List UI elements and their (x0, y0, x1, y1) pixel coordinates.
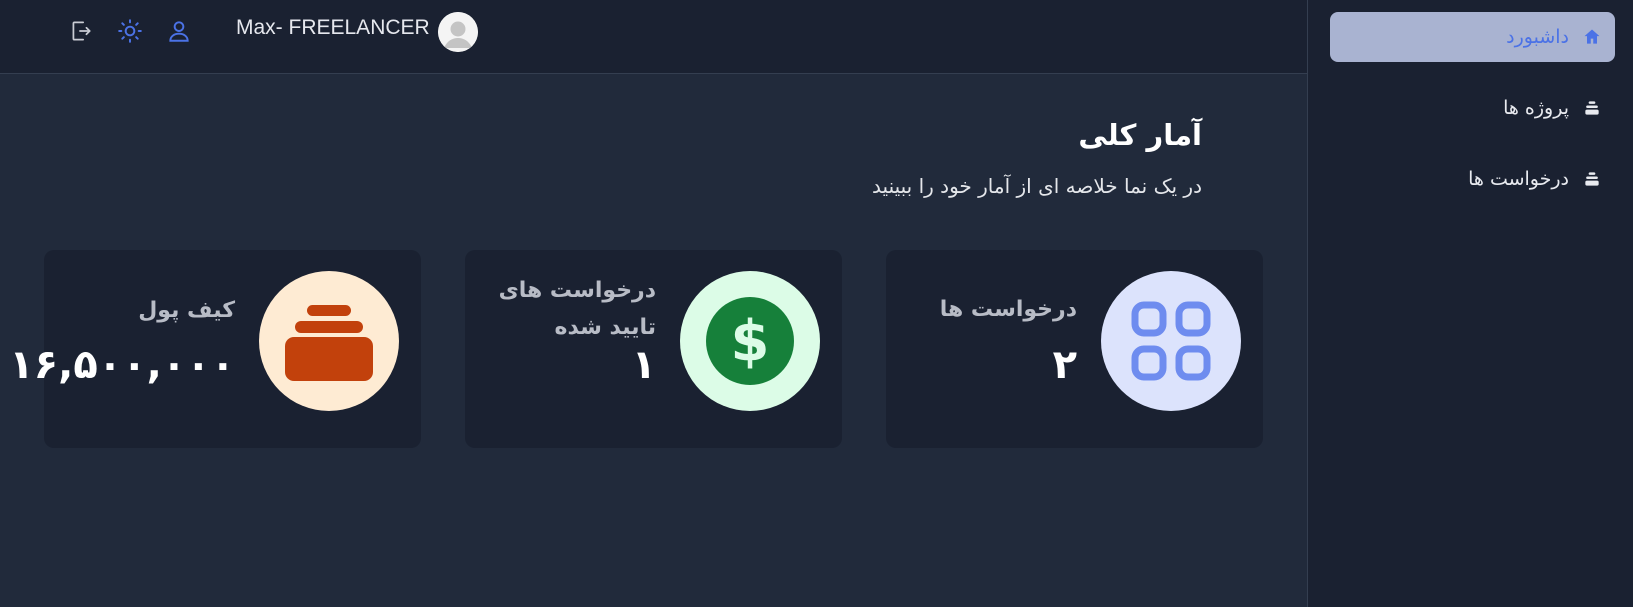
card-value: ۱۶,۵۰۰,۰۰۰ (9, 342, 235, 388)
user-name[interactable]: Max- FREELANCER (236, 16, 430, 40)
card-label: کیف پول (138, 298, 235, 323)
home-icon (1581, 26, 1603, 48)
stack-icon (1581, 168, 1603, 190)
sidebar: داشبورد پروژه ها درخواست ها (1307, 0, 1633, 607)
page-subtitle: در یک نما خلاصه ای از آمار خود را ببینید (872, 174, 1202, 198)
stat-card-requests: درخواست ها ۲ (886, 250, 1263, 448)
sidebar-item-label: پروژه ها (1503, 97, 1569, 119)
card-value: ۱ (631, 342, 656, 388)
dollar-icon: $ (680, 271, 820, 411)
card-label: درخواست ها (939, 297, 1077, 322)
top-header: Max- FREELANCER (0, 0, 1307, 74)
stat-card-wallet: کیف پول ۱۶,۵۰۰,۰۰۰ (9, 250, 421, 448)
card-label: درخواست های تایید شده (498, 278, 656, 340)
stack-icon (1581, 97, 1603, 119)
sidebar-item-label: داشبورد (1506, 26, 1569, 48)
wallet-icon (259, 271, 399, 411)
sun-icon[interactable] (117, 18, 143, 44)
avatar[interactable] (438, 12, 478, 52)
page-title: آمار کلی (1078, 118, 1202, 152)
grid-icon (1101, 271, 1241, 411)
sidebar-item-dashboard[interactable]: داشبورد (1330, 12, 1615, 62)
user-icon[interactable] (166, 18, 192, 44)
logout-icon[interactable] (68, 18, 94, 44)
sidebar-item-projects[interactable]: پروژه ها (1330, 83, 1615, 133)
sidebar-item-label: درخواست ها (1468, 168, 1569, 190)
card-value: ۲ (1052, 342, 1077, 388)
stat-card-approved-requests: $ درخواست های تایید شده ۱ (465, 250, 842, 448)
svg-text:$: $ (731, 309, 770, 374)
sidebar-item-requests[interactable]: درخواست ها (1330, 154, 1615, 204)
